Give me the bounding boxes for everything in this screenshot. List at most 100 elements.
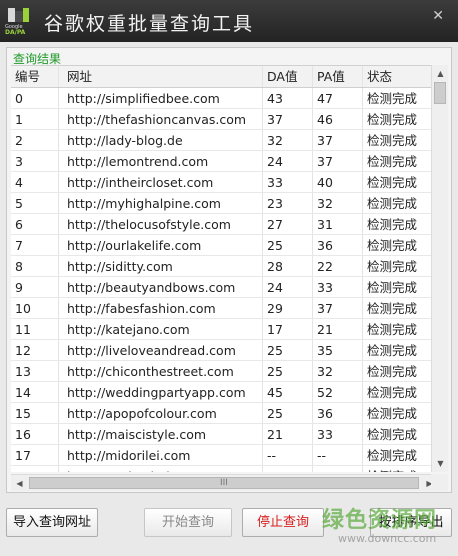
table-row[interactable]: 7 http://ourlakelife.com 25 36 检测完成 xyxy=(11,235,438,256)
close-icon[interactable]: ✕ xyxy=(432,8,444,24)
row-da: 25 xyxy=(263,361,313,381)
scroll-down-icon[interactable]: ▼ xyxy=(432,455,449,472)
header-da[interactable]: DA值 xyxy=(263,66,313,87)
row-status: 检测完成 xyxy=(363,466,438,472)
app-logo: Google DA/PA xyxy=(5,8,31,36)
header-id[interactable]: 编号 xyxy=(11,66,59,87)
row-status: 检测完成 xyxy=(367,112,418,127)
row-status: 检测完成 xyxy=(367,91,418,106)
row-pa: 31 xyxy=(313,214,363,234)
row-status: 检测完成 xyxy=(367,133,418,148)
row-pa: 32 xyxy=(313,361,363,381)
row-url: http://simplifiedbee.com xyxy=(59,88,263,108)
row-url: http://liveloveandread.com xyxy=(59,340,263,360)
table-row[interactable]: 16 http://maiscistyle.com 21 33 检测完成 xyxy=(11,424,438,445)
table-row[interactable]: 11 http://katejano.com 17 21 检测完成 xyxy=(11,319,438,340)
row-url: http://apopofcolour.com xyxy=(59,403,263,423)
row-pa: 36 xyxy=(313,235,363,255)
table-row[interactable]: 6 http://thelocusofstyle.com 27 31 检测完成 xyxy=(11,214,438,235)
row-pa: 47 xyxy=(313,88,363,108)
table-row[interactable]: 0 http://simplifiedbee.com 43 47 检测完成 xyxy=(11,88,438,109)
watermark-main-text: 绿色资源网 xyxy=(322,508,438,533)
row-status: 检测完成 xyxy=(367,217,418,232)
row-status: 检测完成 xyxy=(367,154,418,169)
row-status: 检测完成 xyxy=(367,259,418,274)
row-da: 21 xyxy=(263,424,313,444)
row-status: 检测完成 xyxy=(367,238,418,253)
row-url: http://lady-blog.de xyxy=(59,130,263,150)
table-row[interactable]: 8 http://siditty.com 28 22 检测完成 xyxy=(11,256,438,277)
row-url: http://chiconthestreet.com xyxy=(59,361,263,381)
row-id: 14 xyxy=(11,382,59,402)
row-id: 0 xyxy=(11,88,59,108)
watermark-url-text: www.downcc.com xyxy=(338,532,437,545)
row-da: -- xyxy=(263,445,313,465)
row-da: 25 xyxy=(263,340,313,360)
scroll-left-icon[interactable]: ◀ xyxy=(11,475,28,492)
row-status: 检测完成 xyxy=(367,448,418,463)
row-pa: 33 xyxy=(313,277,363,297)
row-url: http://weddingpartyapp.com xyxy=(59,382,263,402)
row-da: 27 xyxy=(263,214,313,234)
table-row[interactable]: 9 http://beautyandbows.com 24 33 检测完成 xyxy=(11,277,438,298)
row-pa: 52 xyxy=(313,382,363,402)
row-url: http://thefashioncanvas.com xyxy=(59,109,263,129)
table-row[interactable]: 1 http://thefashioncanvas.com 37 46 检测完成 xyxy=(11,109,438,130)
row-url: http://maiscistyle.com xyxy=(59,424,263,444)
table-row[interactable]: 17 http://midorilei.com -- -- 检测完成 xyxy=(11,445,438,466)
row-da: 25 xyxy=(263,403,313,423)
row-status: 检测完成 xyxy=(367,322,418,337)
row-url: http://fabesfashion.com xyxy=(59,298,263,318)
row-da: 29 xyxy=(263,298,313,318)
row-id: 9 xyxy=(11,277,59,297)
table-row[interactable]: 2 http://lady-blog.de 32 37 检测完成 xyxy=(11,130,438,151)
table-row[interactable]: 14 http://weddingpartyapp.com 45 52 检测完成 xyxy=(11,382,438,403)
row-id: 2 xyxy=(11,130,59,150)
table-row[interactable]: 4 http://intheircloset.com 33 40 检测完成 xyxy=(11,172,438,193)
header-status[interactable]: 状态 xyxy=(363,66,438,87)
row-pa: 37 xyxy=(313,130,363,150)
import-urls-button[interactable]: 导入查询网址 xyxy=(6,508,98,537)
scroll-grip-icon: III xyxy=(220,478,228,488)
results-table: 编号 网址 DA值 PA值 状态 0 http://simplifiedbee.c… xyxy=(11,65,438,472)
horizontal-scroll-thumb[interactable]: III xyxy=(29,477,419,489)
row-status: 检测完成 xyxy=(367,364,418,379)
row-status: 检测完成 xyxy=(367,385,418,400)
vertical-scrollbar[interactable]: ▲ ▼ xyxy=(431,65,448,472)
table-row[interactable]: 15 http://apopofcolour.com 25 36 检测完成 xyxy=(11,403,438,424)
horizontal-scrollbar[interactable]: ◀ III ▶ xyxy=(11,474,438,491)
row-url: http://katejano.com xyxy=(59,319,263,339)
table-row[interactable]: 12 http://liveloveandread.com 25 35 检测完成 xyxy=(11,340,438,361)
scroll-up-icon[interactable]: ▲ xyxy=(432,65,449,82)
row-pa: 32 xyxy=(313,193,363,213)
row-pa: 37 xyxy=(313,298,363,318)
row-id: 3 xyxy=(11,151,59,171)
row-pa: -- xyxy=(313,445,363,465)
start-query-button[interactable]: 开始查询 xyxy=(144,508,232,537)
row-id: 18 xyxy=(11,466,59,472)
table-row[interactable]: 3 http://lemontrend.com 24 37 检测完成 xyxy=(11,151,438,172)
table-row[interactable]: 10 http://fabesfashion.com 29 37 检测完成 xyxy=(11,298,438,319)
row-id: 7 xyxy=(11,235,59,255)
row-da: 28 xyxy=(263,256,313,276)
row-id: 1 xyxy=(11,109,59,129)
table-row[interactable]: 5 http://myhighalpine.com 23 32 检测完成 xyxy=(11,193,438,214)
row-da: 32 xyxy=(263,130,313,150)
row-da: 45 xyxy=(263,382,313,402)
stop-query-button[interactable]: 停止查询 xyxy=(242,508,324,537)
row-id: 4 xyxy=(11,172,59,192)
row-id: 10 xyxy=(11,298,59,318)
row-da: 37 xyxy=(263,109,313,129)
vertical-scroll-thumb[interactable] xyxy=(434,82,446,104)
header-url[interactable]: 网址 xyxy=(59,66,263,87)
row-id: 13 xyxy=(11,361,59,381)
row-url: http://thelocusofstyle.com xyxy=(59,214,263,234)
watermark: 绿色资源网 www.downcc.com xyxy=(322,502,452,548)
header-pa[interactable]: PA值 xyxy=(313,66,363,87)
row-da: 25 xyxy=(263,235,313,255)
row-pa: 40 xyxy=(313,172,363,192)
table-row[interactable]: 13 http://chiconthestreet.com 25 32 检测完成 xyxy=(11,361,438,382)
table-row[interactable]: 18http://vanitysled.com1726检测完成 xyxy=(11,466,438,472)
row-id: 12 xyxy=(11,340,59,360)
row-id: 15 xyxy=(11,403,59,423)
